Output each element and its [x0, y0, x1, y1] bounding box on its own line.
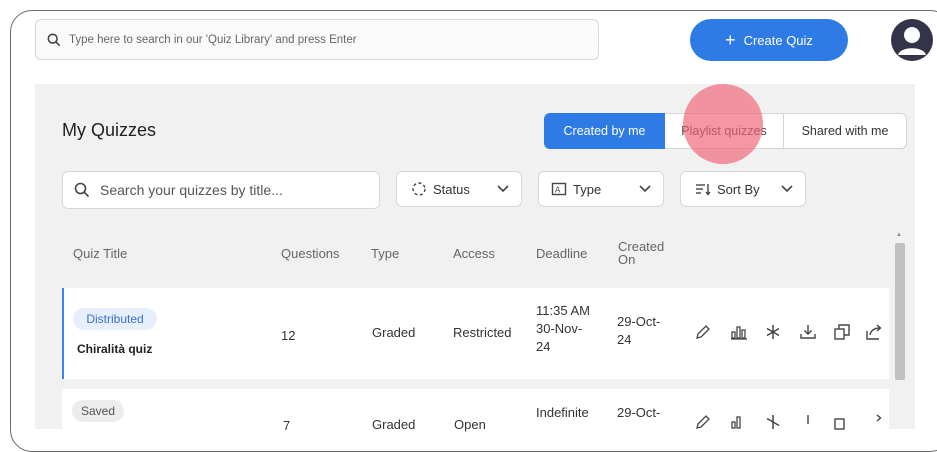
header-created-line2: On — [618, 252, 636, 267]
tab-created-by-me[interactable]: Created by me — [544, 113, 665, 149]
type-icon: A — [551, 182, 567, 196]
quiz-deadline: Indefinite — [536, 405, 589, 420]
header-quiz-title[interactable]: Quiz Title — [73, 246, 127, 261]
copy-icon[interactable] — [833, 323, 851, 341]
asterisk-icon[interactable] — [764, 413, 782, 431]
quiz-search-input[interactable]: Search your quizzes by title... — [62, 171, 380, 209]
chevron-down-icon — [639, 185, 651, 193]
quiz-search-placeholder: Search your quizzes by title... — [100, 182, 283, 198]
global-search-placeholder: Type here to search in our 'Quiz Library… — [69, 33, 357, 46]
table-scrollbar-thumb[interactable] — [895, 243, 905, 380]
global-search-input[interactable]: Type here to search in our 'Quiz Library… — [35, 19, 599, 60]
share-icon[interactable] — [865, 413, 883, 431]
sort-filter-label: Sort By — [717, 181, 760, 197]
header-created-on[interactable]: Created On — [618, 240, 664, 266]
scroll-up-arrow[interactable]: ▲ — [896, 232, 902, 238]
questions-count: 7 — [283, 418, 291, 433]
header-deadline[interactable]: Deadline — [536, 246, 587, 261]
quiz-type: Graded — [372, 417, 416, 432]
quiz-type: Graded — [372, 325, 416, 340]
report-icon[interactable] — [730, 413, 748, 431]
status-badge: Distributed — [73, 308, 157, 330]
tab-shared-with-me[interactable]: Shared with me — [784, 113, 907, 149]
status-badge: Saved — [72, 400, 124, 422]
copy-icon[interactable] — [833, 413, 851, 431]
share-icon[interactable] — [865, 323, 883, 341]
quiz-created-on: 29-Oct- 24 — [617, 313, 660, 349]
touch-indicator — [683, 84, 763, 164]
chevron-down-icon — [781, 185, 793, 193]
quiz-title[interactable]: Chiralità quiz — [77, 342, 152, 356]
deadline-year: 24 — [536, 339, 551, 354]
edit-icon[interactable] — [694, 323, 712, 341]
header-type[interactable]: Type — [371, 246, 399, 261]
sort-filter[interactable]: Sort By — [680, 171, 806, 207]
page-title: My Quizzes — [62, 120, 157, 140]
download-icon[interactable] — [799, 323, 817, 341]
created-year: 24 — [617, 332, 632, 347]
quiz-access: Restricted — [453, 325, 512, 340]
header-access[interactable]: Access — [453, 246, 495, 261]
type-filter[interactable]: A Type — [538, 171, 664, 207]
report-icon[interactable] — [730, 323, 748, 341]
quiz-deadline: 11:35 AM 30-Nov- 24 — [536, 302, 590, 356]
search-icon — [47, 33, 61, 46]
status-filter-label: Status — [433, 181, 470, 197]
quiz-access: Open — [454, 417, 486, 432]
status-filter[interactable]: Status — [396, 171, 522, 207]
asterisk-icon[interactable] — [764, 323, 782, 341]
create-quiz-button[interactable]: + Create Quiz — [690, 19, 848, 61]
user-icon — [898, 27, 926, 55]
avatar[interactable] — [891, 19, 933, 61]
header-questions[interactable]: Questions — [281, 246, 340, 261]
download-icon[interactable] — [799, 413, 817, 431]
search-icon — [74, 182, 90, 198]
deadline-time: 11:35 AM — [536, 303, 590, 318]
status-icon — [412, 182, 426, 196]
sort-icon — [696, 184, 711, 196]
created-date: 29-Oct- — [617, 314, 661, 329]
chevron-down-icon — [497, 185, 509, 193]
deadline-date: 30-Nov- — [536, 321, 583, 336]
questions-count: 12 — [281, 328, 296, 343]
edit-icon[interactable] — [694, 413, 712, 431]
type-filter-label: Type — [573, 181, 602, 197]
create-quiz-label: Create Quiz — [743, 32, 813, 48]
quiz-created-on: 29-Oct- — [617, 405, 661, 420]
plus-icon: + — [725, 30, 736, 50]
svg-text:A: A — [555, 186, 561, 195]
